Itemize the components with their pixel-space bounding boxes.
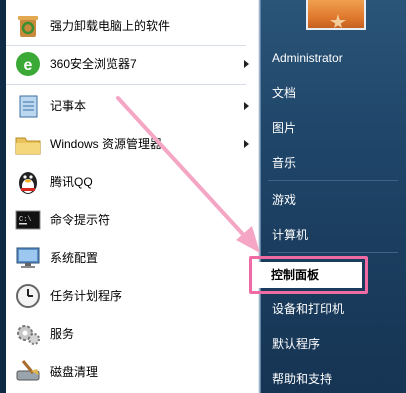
user-avatar[interactable] [306,0,366,30]
submenu-arrow-icon [244,60,249,68]
program-label: 服务 [50,327,75,341]
qq-penguin-icon [12,166,44,198]
divider [268,252,398,253]
program-item-disk-cleanup[interactable]: 磁盘清理 [6,354,259,390]
program-label: 腾讯QQ [50,175,93,189]
places-item-games[interactable]: 游戏 [272,189,296,211]
recycle-bin-icon [12,10,44,42]
program-label: 任务计划程序 [50,289,123,303]
places-item-documents[interactable]: 文档 [272,82,296,104]
program-item-system-config[interactable]: 系统配置 [6,240,259,276]
divider [268,180,398,181]
browser-icon: e [12,48,44,80]
program-item-explorer[interactable]: Windows 资源管理器 [6,126,259,162]
clock-icon [12,280,44,312]
places-item-help-support[interactable]: 帮助和支持 [272,368,332,390]
user-name-link[interactable]: Administrator [272,47,343,69]
system-config-icon [12,242,44,274]
places-item-default-programs[interactable]: 默认程序 [272,333,320,355]
places-item-music[interactable]: 音乐 [272,152,296,174]
svg-text:e: e [24,57,33,74]
svg-text:C:\: C:\ [19,216,32,224]
program-item-task-scheduler[interactable]: 任务计划程序 [6,278,259,314]
submenu-arrow-icon [244,140,249,148]
submenu-arrow-icon [244,102,249,110]
places-item-computer[interactable]: 计算机 [272,224,308,246]
program-label: Windows 资源管理器 [50,137,163,151]
places-item-devices-printers[interactable]: 设备和打印机 [272,298,344,320]
program-label: 记事本 [50,99,87,113]
program-label: 磁盘清理 [50,365,99,379]
program-item-uninstaller[interactable]: 强力卸载电脑上的软件 [6,8,259,44]
program-item-services[interactable]: 服务 [6,316,259,352]
disk-cleanup-icon [12,356,44,388]
program-item-notepad[interactable]: 记事本 [6,88,259,124]
divider [6,84,246,85]
services-gear-icon [12,318,44,350]
program-item-qq[interactable]: 腾讯QQ [6,164,259,200]
cmd-icon: C:\ [12,204,44,236]
places-item-pictures[interactable]: 图片 [272,117,296,139]
program-label: 强力卸载电脑上的软件 [50,19,171,33]
notepad-icon [12,90,44,122]
program-label: 命令提示符 [50,213,111,227]
program-item-cmd[interactable]: C:\ 命令提示符 [6,202,259,238]
places-item-control-panel[interactable]: 控制面板 [257,262,362,288]
folder-icon [12,128,44,160]
program-label: 系统配置 [50,251,99,265]
program-label: 360安全浏览器7 [50,57,137,71]
program-item-360-browser[interactable]: e 360安全浏览器7 [6,46,259,82]
